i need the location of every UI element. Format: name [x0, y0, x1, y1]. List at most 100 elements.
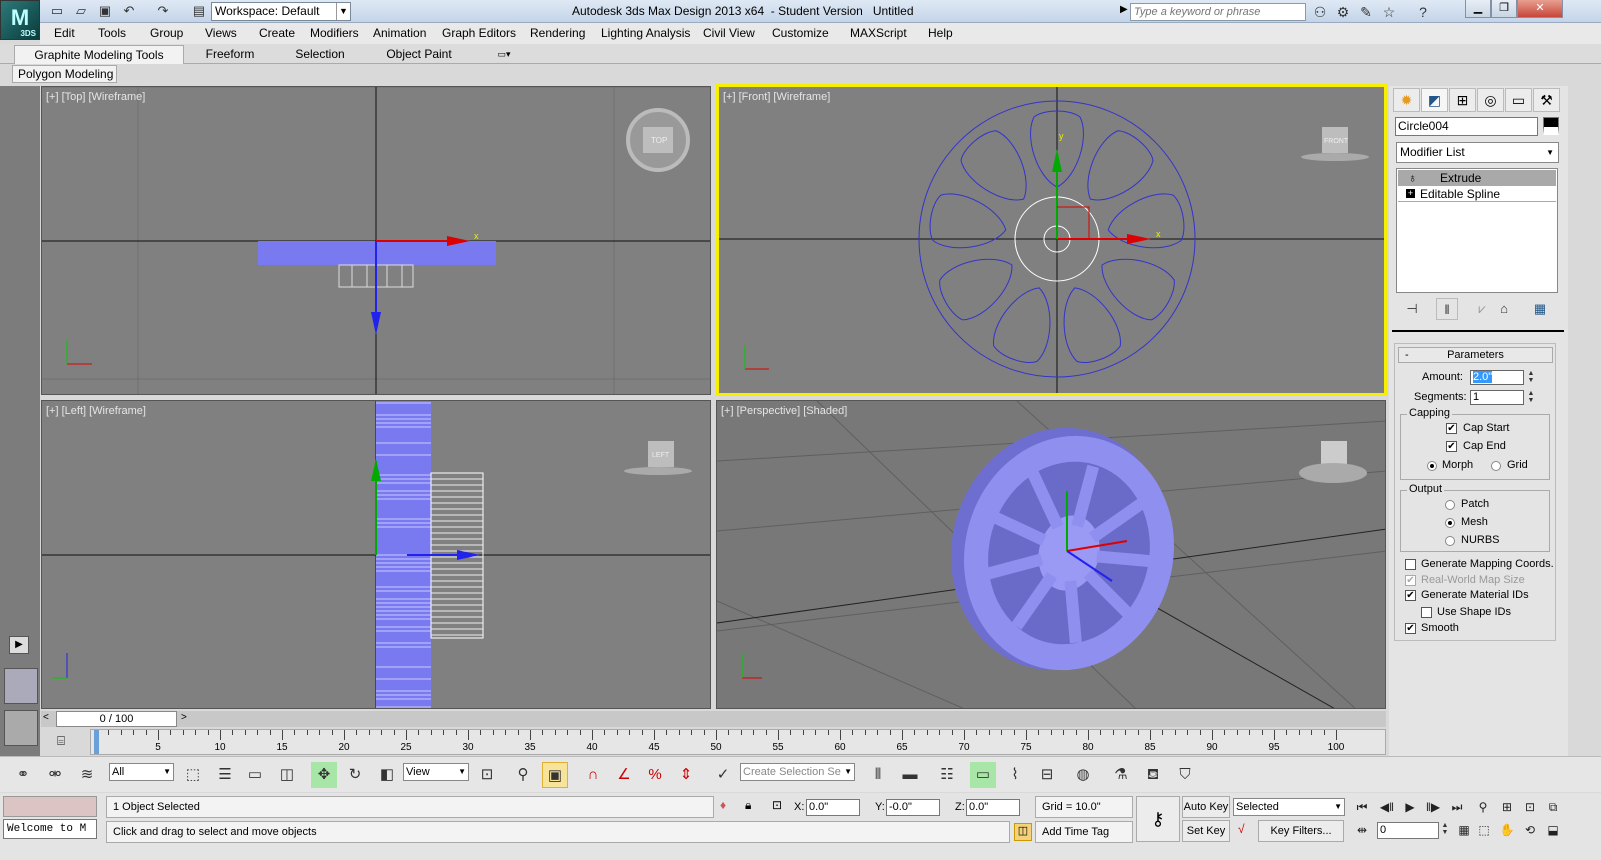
- restore-button[interactable]: ❐: [1491, 0, 1517, 18]
- close-button[interactable]: ✕: [1517, 0, 1563, 18]
- communication-icon[interactable]: ✎: [1356, 3, 1376, 21]
- time-tag-icon[interactable]: ◫: [1014, 823, 1032, 841]
- select-and-scale-icon[interactable]: ◧: [374, 762, 400, 788]
- tab-object-paint[interactable]: Object Paint: [370, 45, 468, 64]
- select-and-rotate-icon[interactable]: ↻: [342, 762, 368, 788]
- unlink-icon[interactable]: ⚮: [42, 762, 68, 788]
- zoom-icon[interactable]: ⚲: [1473, 797, 1493, 817]
- selection-filter-dropdown[interactable]: All▼: [109, 763, 174, 781]
- render-setup-icon[interactable]: ⚗: [1108, 762, 1134, 788]
- tab-graphite-modeling-tools[interactable]: Graphite Modeling Tools: [14, 45, 184, 64]
- layer-manager-icon[interactable]: ☷: [934, 762, 960, 788]
- pivot-center-icon[interactable]: ⊡: [474, 762, 500, 788]
- open-file-icon[interactable]: ▱: [72, 3, 90, 19]
- viewport-top[interactable]: x TOP [+] [Top] [Wireframe]: [41, 86, 711, 395]
- align-icon[interactable]: ▬: [897, 762, 923, 788]
- cap-end-checkbox[interactable]: ✔: [1446, 441, 1457, 452]
- use-shape-ids-checkbox[interactable]: [1421, 607, 1432, 618]
- viewport-label[interactable]: [+] [Front] [Wireframe]: [723, 91, 830, 103]
- generate-material-ids-checkbox[interactable]: ✔: [1405, 590, 1416, 601]
- angle-snap-icon[interactable]: ∠: [611, 762, 637, 788]
- menu-customize[interactable]: Customize: [772, 26, 829, 40]
- display-tab-icon[interactable]: ▭: [1505, 88, 1532, 112]
- key-mode-dropdown[interactable]: Selected▼: [1233, 798, 1345, 816]
- modify-tab-icon[interactable]: ◩: [1421, 88, 1448, 112]
- menu-tools[interactable]: Tools: [98, 26, 126, 40]
- maxscript-mini-listener[interactable]: [3, 796, 97, 817]
- redo-icon[interactable]: ↷: [154, 3, 172, 19]
- x-coordinate-field[interactable]: 0.0": [806, 799, 860, 816]
- object-color-swatch[interactable]: [1543, 117, 1559, 135]
- pan-view-icon[interactable]: ✋: [1497, 820, 1517, 840]
- prev-frame-arrow[interactable]: <: [43, 712, 49, 723]
- binoculars-icon[interactable]: ⚇: [1310, 3, 1330, 21]
- curve-editor-toolbar-icon[interactable]: ⌇: [1002, 762, 1028, 788]
- go-to-end-icon[interactable]: ⏭: [1447, 797, 1467, 817]
- menu-views[interactable]: Views: [205, 26, 237, 40]
- rectangular-selection-icon[interactable]: ▭: [242, 762, 268, 788]
- app-logo[interactable]: M3DS: [0, 0, 40, 40]
- remove-modifier-icon[interactable]: ⌂: [1493, 298, 1515, 320]
- nurbs-radio[interactable]: [1445, 536, 1455, 546]
- maximize-viewport-icon[interactable]: ⬓: [1543, 820, 1563, 840]
- menu-graph-editors[interactable]: Graph Editors: [442, 26, 516, 40]
- render-production-icon[interactable]: ⛉: [1172, 762, 1198, 788]
- graphite-toggle-icon[interactable]: ▭: [970, 762, 996, 788]
- current-frame-field[interactable]: 0: [1377, 822, 1439, 839]
- z-coordinate-field[interactable]: 0.0": [966, 799, 1020, 816]
- viewport-left[interactable]: LEFT [+] [Left] [Wireframe]: [41, 400, 711, 709]
- bind-space-warp-icon[interactable]: ≋: [74, 762, 100, 788]
- viewport-label[interactable]: [+] [Perspective] [Shaded]: [721, 405, 847, 417]
- curve-editor-icon[interactable]: ⌸: [50, 733, 72, 751]
- amount-spinner[interactable]: 2.0": [1470, 370, 1524, 385]
- absolute-mode-icon[interactable]: ⊡: [772, 798, 782, 812]
- morph-radio[interactable]: [1427, 461, 1437, 471]
- select-and-move-icon[interactable]: ✥: [311, 762, 337, 788]
- grid-radio[interactable]: [1491, 461, 1501, 471]
- menu-create[interactable]: Create: [259, 26, 295, 40]
- modifier-list-dropdown[interactable]: Modifier List▼: [1396, 142, 1559, 163]
- tab-selection[interactable]: Selection: [280, 45, 360, 64]
- reference-coordinate-dropdown[interactable]: View▼: [403, 763, 469, 781]
- manipulate-icon[interactable]: ⚲: [510, 762, 536, 788]
- stack-item-extrude[interactable]: ♁Extrude: [1398, 170, 1556, 186]
- menu-group[interactable]: Group: [150, 26, 183, 40]
- expand-search-icon[interactable]: ▶: [1120, 4, 1128, 15]
- zoom-extents-all-icon[interactable]: ⧉: [1543, 797, 1563, 817]
- viewport-label[interactable]: [+] [Left] [Wireframe]: [46, 405, 146, 417]
- segments-spinner-arrows[interactable]: ▲▼: [1526, 390, 1536, 405]
- frame-spinner-arrows[interactable]: ▲▼: [1440, 822, 1450, 837]
- zoom-extents-icon[interactable]: ⊡: [1520, 797, 1540, 817]
- auto-key-button[interactable]: Auto Key: [1182, 796, 1230, 818]
- viewport-front[interactable]: xy FRONT [+] [Front] [Wireframe]: [716, 84, 1387, 396]
- save-icon[interactable]: ▣: [96, 3, 114, 19]
- menu-rendering[interactable]: Rendering: [530, 26, 585, 40]
- expand-plus-icon[interactable]: +: [1406, 189, 1415, 198]
- select-object-icon[interactable]: ⬚: [180, 762, 206, 788]
- percent-snap-icon[interactable]: %: [642, 762, 668, 788]
- make-unique-icon[interactable]: ⩗: [1471, 298, 1493, 320]
- time-slider[interactable]: < 0 / 100 >: [41, 711, 1386, 727]
- edit-named-selection-icon[interactable]: ✓: [710, 762, 736, 788]
- time-configuration-icon[interactable]: ▦: [1454, 820, 1474, 840]
- track-bar[interactable]: 5101520253035404550556065707580859095100: [90, 729, 1386, 755]
- keyboard-shortcut-override-icon[interactable]: ▣: [542, 762, 568, 788]
- subscription-icon[interactable]: ⚙: [1333, 3, 1353, 21]
- schematic-view-icon[interactable]: ⊟: [1034, 762, 1060, 788]
- lightbulb-icon[interactable]: ♁: [1408, 170, 1417, 186]
- utilities-tab-icon[interactable]: ⚒: [1533, 88, 1560, 112]
- pin-stack-icon[interactable]: ⊣: [1401, 298, 1423, 320]
- window-crossing-icon[interactable]: ◫: [274, 762, 300, 788]
- search-input[interactable]: [1130, 3, 1306, 21]
- select-by-name-icon[interactable]: ☰: [212, 762, 238, 788]
- menu-help[interactable]: Help: [928, 26, 953, 40]
- menu-maxscript[interactable]: MAXScript: [850, 26, 907, 40]
- menu-lighting-analysis[interactable]: Lighting Analysis: [601, 26, 690, 40]
- snaps-toggle-icon[interactable]: ∩: [580, 762, 606, 788]
- favorites-star-icon[interactable]: ☆: [1379, 3, 1399, 21]
- previous-frame-icon[interactable]: ◀‖: [1377, 797, 1397, 817]
- next-frame-arrow[interactable]: >: [181, 712, 187, 723]
- viewport-label[interactable]: [+] [Top] [Wireframe]: [46, 91, 145, 103]
- y-coordinate-field[interactable]: -0.0": [886, 799, 940, 816]
- minimize-button[interactable]: ▁: [1465, 0, 1491, 18]
